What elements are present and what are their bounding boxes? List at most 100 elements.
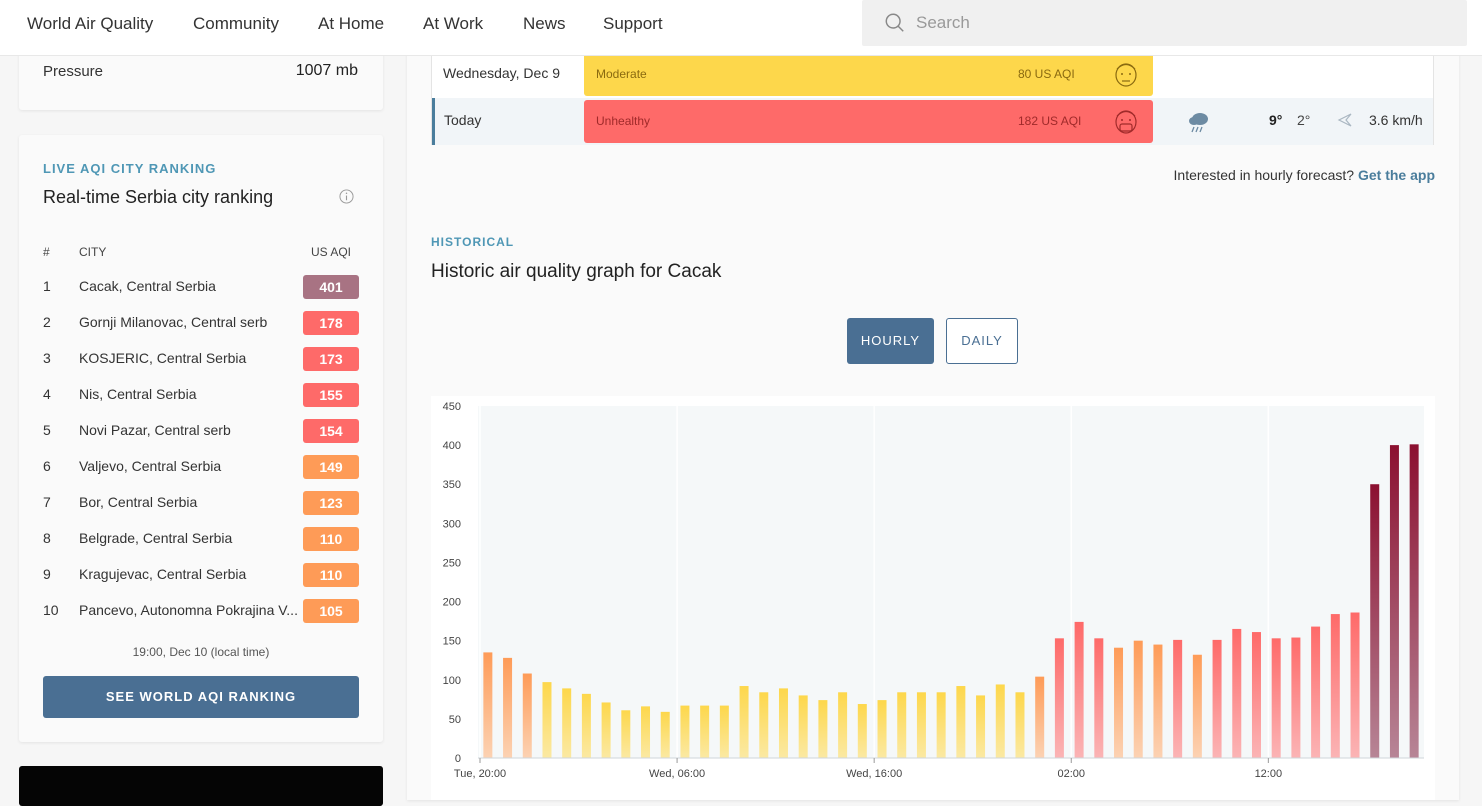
aqi-badge: 401	[303, 275, 359, 299]
hourly-note-text: Interested in hourly forecast?	[1173, 167, 1355, 183]
ranking-city[interactable]: Gornji Milanovac, Central serb	[79, 314, 299, 330]
ranking-city[interactable]: Bor, Central Serbia	[79, 494, 299, 510]
ranking-city[interactable]: Nis, Central Serbia	[79, 386, 299, 402]
y-tick-label: 100	[443, 675, 461, 687]
ranking-row[interactable]: 1 Cacak, Central Serbia 401	[19, 270, 383, 306]
ranking-row[interactable]: 8 Belgrade, Central Serbia 110	[19, 522, 383, 558]
ranking-rank: 6	[43, 458, 51, 474]
ranking-city[interactable]: Kragujevac, Central Serbia	[79, 566, 299, 582]
aqi-bar	[1192, 654, 1202, 758]
aqi-level-label: Unhealthy	[596, 114, 651, 128]
tab-hourly[interactable]: HOURLY	[847, 318, 934, 364]
nav-support[interactable]: Support	[603, 14, 663, 34]
ranking-rank: 5	[43, 422, 51, 438]
aqi-bar	[1015, 692, 1025, 758]
forecast-day: Wednesday, Dec 9	[443, 65, 560, 81]
nav-community[interactable]: Community	[193, 14, 279, 34]
search-icon[interactable]	[884, 12, 906, 34]
aqi-bar	[838, 692, 848, 758]
aqi-bar	[857, 704, 867, 758]
historic-aqi-chart: 0 50 100 150 200 250 300 350 400 450 Tue, 20:00 Wed…	[431, 396, 1435, 800]
aqi-bar	[503, 657, 513, 758]
aqi-bar	[759, 692, 769, 758]
aqi-bar	[581, 693, 591, 758]
aqi-bar	[1311, 626, 1321, 758]
ranking-city[interactable]: Novi Pazar, Central serb	[79, 422, 299, 438]
info-icon[interactable]	[339, 189, 354, 204]
tab-daily[interactable]: DAILY	[946, 318, 1018, 364]
aqi-bar	[1173, 639, 1183, 758]
aqi-badge: 154	[303, 419, 359, 443]
aqi-bar	[660, 711, 670, 758]
ranking-row[interactable]: 6 Valjevo, Central Serbia 149	[19, 450, 383, 486]
aqi-bar	[483, 652, 493, 758]
ranking-city[interactable]: Valjevo, Central Serbia	[79, 458, 299, 474]
aqi-bar	[936, 692, 946, 758]
nav-world-air-quality[interactable]: World Air Quality	[27, 14, 153, 34]
ranking-row[interactable]: 4 Nis, Central Serbia 155	[19, 378, 383, 414]
aqi-badge: 110	[303, 527, 359, 551]
nav-at-work[interactable]: At Work	[423, 14, 483, 34]
aqi-level-bar: Unhealthy 182 US AQI	[584, 100, 1153, 143]
ranking-row[interactable]: 9 Kragujevac, Central Serbia 110	[19, 558, 383, 594]
aqi-badge: 155	[303, 383, 359, 407]
ranking-row[interactable]: 3 KOSJERIC, Central Serbia 173	[19, 342, 383, 378]
aqi-bar	[995, 684, 1005, 758]
pressure-label: Pressure	[43, 63, 104, 80]
ranking-rank: 3	[43, 350, 51, 366]
see-world-ranking-button[interactable]: SEE WORLD AQI RANKING	[43, 676, 359, 718]
aqi-bar	[1291, 637, 1301, 758]
x-tick-label: Wed, 06:00	[649, 768, 705, 780]
moderate-face-icon	[1115, 63, 1137, 87]
x-tick-label: 12:00	[1255, 768, 1283, 780]
x-tick-label: 02:00	[1057, 768, 1085, 780]
forecast-table: Wednesday, Dec 9 Moderate 80 US AQI Toda…	[431, 50, 1434, 145]
y-tick-label: 0	[455, 753, 461, 765]
nav-news[interactable]: News	[523, 14, 566, 34]
aqi-value: 182 US AQI	[1018, 114, 1082, 128]
aqi-bar	[1035, 676, 1045, 758]
aqi-bar	[1114, 647, 1124, 758]
aqi-badge: 105	[303, 599, 359, 623]
ranking-city[interactable]: Cacak, Central Serbia	[79, 278, 299, 294]
y-tick-label: 400	[443, 440, 461, 452]
main-panel: Wednesday, Dec 9 Moderate 80 US AQI Toda…	[407, 40, 1459, 800]
aqi-bar	[1133, 640, 1143, 758]
aqi-bar	[621, 710, 631, 758]
aqi-bar	[1251, 632, 1261, 758]
y-tick-label: 50	[449, 714, 461, 726]
aqi-badge: 149	[303, 455, 359, 479]
pressure-value: 1007 mb	[295, 62, 358, 79]
ranking-row[interactable]: 5 Novi Pazar, Central serb 154	[19, 414, 383, 450]
nav-at-home[interactable]: At Home	[318, 14, 384, 34]
aqi-bar	[680, 705, 690, 758]
ranking-city[interactable]: KOSJERIC, Central Serbia	[79, 350, 299, 366]
aqi-badge: 173	[303, 347, 359, 371]
y-tick-label: 200	[443, 597, 461, 609]
ranking-city[interactable]: Belgrade, Central Serbia	[79, 530, 299, 546]
ranking-rank: 4	[43, 386, 51, 402]
aqi-bar	[719, 705, 729, 758]
aqi-bar	[897, 692, 907, 758]
ranking-row[interactable]: 2 Gornji Milanovac, Central serb 178	[19, 306, 383, 342]
aqi-bar	[601, 702, 611, 758]
historical-overline: HISTORICAL	[431, 235, 515, 249]
ranking-title: Real-time Serbia city ranking	[43, 187, 274, 207]
aqi-bar	[1389, 445, 1399, 758]
ranking-row[interactable]: 10 Pancevo, Autonomna Pokrajina V... 105	[19, 594, 383, 630]
aqi-bar	[1350, 612, 1360, 758]
aqi-level-bar: Moderate 80 US AQI	[584, 53, 1153, 96]
get-the-app-link[interactable]: Get the app	[1358, 167, 1435, 183]
ranking-rank: 2	[43, 314, 51, 330]
ranking-city[interactable]: Pancevo, Autonomna Pokrajina V...	[79, 602, 299, 618]
ranking-rank: 9	[43, 566, 51, 582]
search-input[interactable]	[916, 0, 1446, 46]
aqi-bar	[916, 692, 926, 758]
aqi-bar	[818, 700, 828, 758]
col-head-city: CITY	[79, 245, 107, 259]
ranking-row[interactable]: 7 Bor, Central Serbia 123	[19, 486, 383, 522]
temp-high: 9°	[1269, 112, 1283, 128]
aqi-bar	[1330, 614, 1340, 758]
ranking-timestamp: 19:00, Dec 10 (local time)	[132, 645, 270, 659]
x-tick-label: Tue, 20:00	[454, 768, 506, 780]
